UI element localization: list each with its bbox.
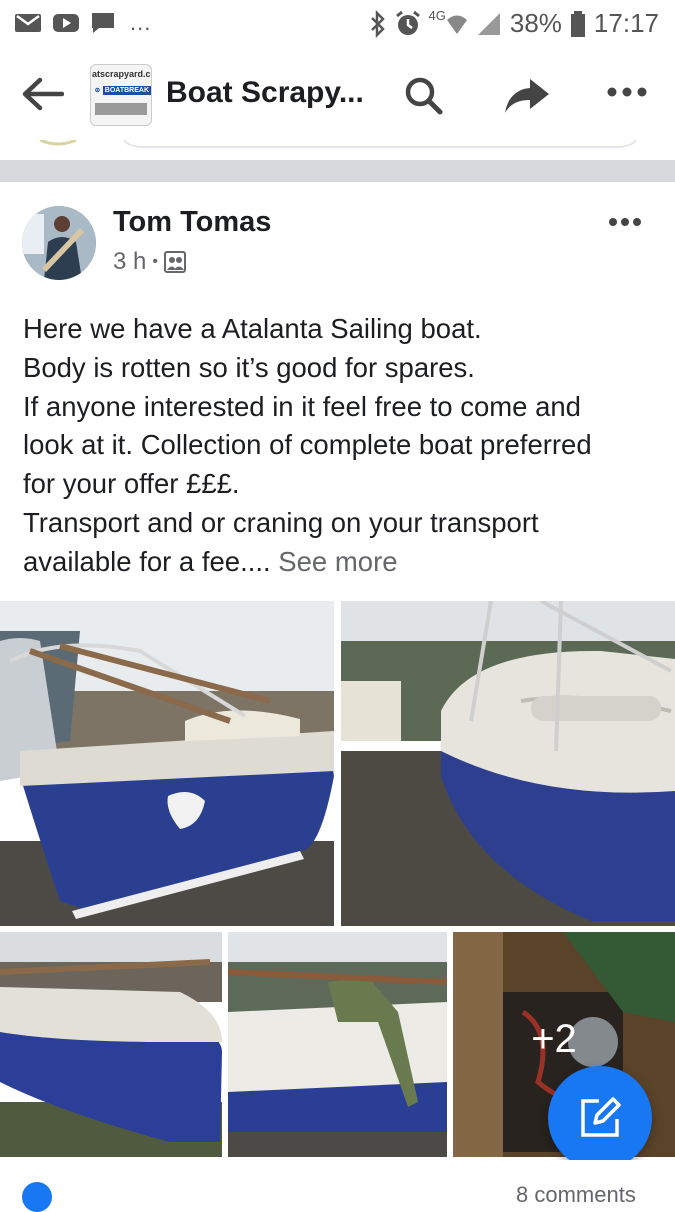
overflow-dots: ... xyxy=(130,10,152,35)
post-line: Transport and or craning on your transpo… xyxy=(23,506,539,538)
clock: 17:17 xyxy=(593,8,659,38)
battery-percent: 38% xyxy=(509,8,562,38)
network-label: 4G xyxy=(428,8,446,23)
post-photo-4[interactable] xyxy=(228,932,447,1157)
post-line: Body is rotten so it’s good for spares. xyxy=(23,351,475,383)
post-photo-3[interactable] xyxy=(0,932,222,1157)
post-line: available for a fee.... xyxy=(23,545,271,577)
alarm-icon xyxy=(395,10,420,35)
post-options-icon[interactable] xyxy=(608,216,642,228)
post-line: Here we have a Atalanta Sailing boat. xyxy=(23,313,482,344)
post-line-last: available for a fee.... See more xyxy=(23,543,663,582)
page-logo[interactable]: atscrapyard.c BOATBREAK xyxy=(90,64,152,126)
page-title[interactable]: Boat Scrapy... xyxy=(166,76,364,110)
post-footer: 8 comments xyxy=(0,1160,675,1212)
recycle-icon xyxy=(95,87,100,93)
logo-text: atscrapyard.c xyxy=(92,69,151,79)
meta-separator: • xyxy=(152,253,158,270)
author-name[interactable]: Tom Tomas xyxy=(113,206,271,239)
post-meta: 3 h • xyxy=(113,248,186,276)
post-body: Here we have a Atalanta Sailing boat. Bo… xyxy=(23,310,663,582)
signal-icon xyxy=(477,12,500,35)
post-line: look at it. Collection of complete boat … xyxy=(23,429,592,461)
see-more-link[interactable]: See more xyxy=(278,546,397,577)
gmail-icon xyxy=(15,14,41,32)
more-photos-count: +2 xyxy=(531,1017,577,1061)
share-icon[interactable] xyxy=(504,78,550,114)
comments-count[interactable]: 8 comments xyxy=(516,1182,636,1208)
logo-boat-image xyxy=(95,103,147,115)
previous-post-edge xyxy=(0,138,675,160)
post-time[interactable]: 3 h xyxy=(113,248,146,276)
youtube-icon xyxy=(53,14,79,32)
more-icon[interactable] xyxy=(606,86,648,98)
post-line: for your offer £££. xyxy=(23,468,240,500)
app-bar: atscrapyard.c BOATBREAK Boat Scrapy... xyxy=(0,48,675,141)
feed-divider xyxy=(0,160,675,182)
status-bar: ... 4G 38% 17:17 xyxy=(0,0,675,48)
compose-button[interactable] xyxy=(548,1066,652,1170)
group-privacy-icon xyxy=(163,251,186,273)
message-icon xyxy=(92,13,114,33)
battery-icon xyxy=(570,10,585,37)
back-arrow-icon[interactable] xyxy=(20,76,64,112)
post-photo-1[interactable] xyxy=(0,601,334,926)
bluetooth-icon xyxy=(370,9,385,38)
like-reaction-icon[interactable] xyxy=(22,1182,52,1212)
wifi-icon xyxy=(446,15,467,34)
logo-brand: BOATBREAK xyxy=(102,85,151,95)
post-line: If anyone interested in it feel free to … xyxy=(23,390,581,422)
edit-icon xyxy=(581,1097,621,1137)
post-photo-2[interactable] xyxy=(341,601,675,926)
avatar[interactable] xyxy=(22,206,96,280)
search-icon[interactable] xyxy=(404,76,444,116)
